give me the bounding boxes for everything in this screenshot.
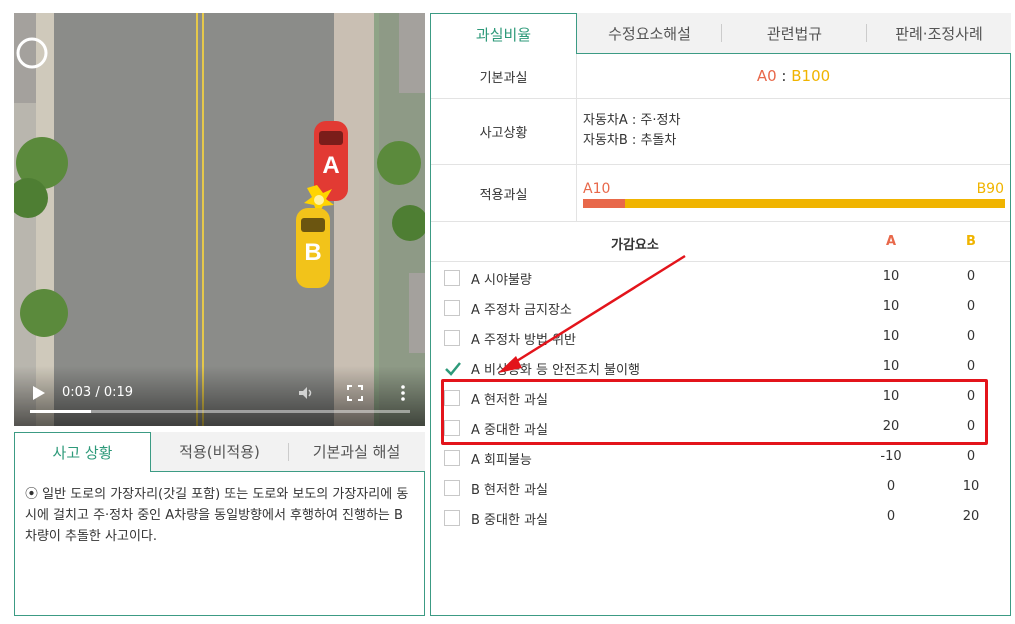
applied-a-text: A10 bbox=[583, 181, 611, 197]
volume-icon[interactable] bbox=[297, 384, 315, 402]
highlight-box bbox=[441, 379, 988, 445]
car-a-label: A bbox=[322, 152, 339, 179]
factor-row[interactable]: A 시야불량 10 0 bbox=[431, 263, 1010, 293]
left-tab-bar: 사고 상황 적용(비적용) 기본과실 해설 bbox=[14, 432, 425, 472]
tab-divider bbox=[288, 443, 289, 461]
accident-video[interactable]: A B 0:03 / 0:19 bbox=[14, 13, 425, 426]
factor-b-value: 0 bbox=[966, 269, 976, 284]
factor-b-value: 10 bbox=[962, 479, 980, 494]
tab-related-laws[interactable]: 관련법규 bbox=[722, 13, 867, 54]
factor-label: A 시야불량 bbox=[471, 273, 532, 288]
accident-scene: A B bbox=[14, 13, 425, 426]
video-time: 0:03 / 0:19 bbox=[62, 385, 134, 400]
factor-checkbox[interactable] bbox=[444, 450, 460, 466]
checkmark-icon bbox=[445, 362, 461, 376]
factor-row[interactable]: B 현저한 과실 0 10 bbox=[431, 473, 1010, 503]
video-progress-bar[interactable] bbox=[30, 410, 410, 413]
radio-bullet-icon: ⦿ bbox=[25, 487, 39, 502]
factor-a-value: -10 bbox=[880, 449, 902, 464]
basic-fault-a: A0 bbox=[756, 67, 777, 85]
basic-fault-value: A0 : B100 bbox=[577, 54, 1010, 98]
situation-row: 사고상황 자동차A : 주·정차 자동차B : 추돌차 bbox=[431, 99, 1010, 165]
situation-values: 자동차A : 주·정차 자동차B : 추돌차 bbox=[583, 111, 680, 151]
factor-a-value: 10 bbox=[882, 269, 900, 284]
factor-label: B 중대한 과실 bbox=[471, 513, 548, 528]
factor-row[interactable]: A 주정차 방법 위반 10 0 bbox=[431, 323, 1010, 353]
factor-label: A 주정차 방법 위반 bbox=[471, 333, 577, 348]
applied-fault-label: 적용과실 bbox=[431, 165, 577, 221]
car-b-label: B bbox=[304, 239, 321, 266]
applied-fault-bar-a bbox=[583, 199, 626, 208]
factors-col-a: A bbox=[885, 234, 897, 249]
situation-car-a: 자동차A : 주·정차 bbox=[583, 113, 681, 128]
tab-modifier-explanation[interactable]: 수정요소해설 bbox=[577, 13, 722, 54]
video-progress-fill bbox=[30, 410, 91, 413]
play-icon[interactable] bbox=[32, 385, 46, 401]
factor-checkbox[interactable] bbox=[444, 270, 460, 286]
factor-a-value: 0 bbox=[886, 479, 896, 494]
factor-row[interactable]: A 주정차 금지장소 10 0 bbox=[431, 293, 1010, 323]
right-tab-bar: 과실비율 수정요소해설 관련법규 판례·조정사례 bbox=[430, 13, 1011, 54]
basic-fault-sep: : bbox=[776, 67, 792, 85]
tab-precedents[interactable]: 판례·조정사례 bbox=[867, 13, 1011, 54]
factor-checkbox[interactable] bbox=[444, 480, 460, 496]
factor-a-value: 10 bbox=[882, 359, 900, 374]
factor-a-value: 0 bbox=[886, 509, 896, 524]
factor-row[interactable]: A 회피불능 -10 0 bbox=[431, 443, 1010, 473]
tab-divider bbox=[866, 24, 867, 42]
factor-checkbox[interactable] bbox=[444, 300, 460, 316]
basic-fault-row: 기본과실 A0 : B100 bbox=[431, 54, 1010, 99]
factor-checkbox[interactable] bbox=[444, 330, 460, 346]
situation-car-b: 자동차B : 추돌차 bbox=[583, 133, 677, 148]
fullscreen-icon[interactable] bbox=[346, 384, 364, 402]
factor-b-value: 20 bbox=[962, 509, 980, 524]
factor-label: A 회피불능 bbox=[471, 453, 532, 468]
factor-label: A 비상등화 등 안전조치 불이행 bbox=[471, 363, 640, 378]
applied-b-text: B90 bbox=[976, 181, 1004, 197]
tab-accident-situation[interactable]: 사고 상황 bbox=[14, 432, 151, 472]
factor-b-value: 0 bbox=[966, 299, 976, 314]
factor-checkbox[interactable] bbox=[444, 510, 460, 526]
factor-a-value: 10 bbox=[882, 299, 900, 314]
situation-description: ⦿ 일반 도로의 가장자리(갓길 포함) 또는 도로와 보도의 가장자리에 동시… bbox=[14, 472, 425, 616]
factor-b-value: 0 bbox=[966, 449, 976, 464]
situation-label: 사고상황 bbox=[431, 99, 577, 164]
applied-fault-bar bbox=[583, 199, 1005, 208]
fault-ratio-panel: 기본과실 A0 : B100 사고상황 자동차A : 주·정차 자동차B : 추… bbox=[430, 54, 1011, 616]
factor-b-value: 0 bbox=[966, 329, 976, 344]
factor-checkbox[interactable] bbox=[444, 360, 461, 376]
situation-text: 일반 도로의 가장자리(갓길 포함) 또는 도로와 보도의 가장자리에 동시에 … bbox=[25, 487, 409, 544]
factors-col-b: B bbox=[966, 234, 976, 249]
factors-header: 가감요소 A B bbox=[431, 222, 1010, 262]
factor-b-value: 0 bbox=[966, 359, 976, 374]
factors-header-label: 가감요소 bbox=[611, 238, 659, 253]
tab-divider bbox=[721, 24, 722, 42]
factor-label: B 현저한 과실 bbox=[471, 483, 548, 498]
tab-basic-fault-explanation[interactable]: 기본과실 해설 bbox=[288, 432, 425, 472]
factor-label: A 주정차 금지장소 bbox=[471, 303, 572, 318]
factor-row[interactable]: B 중대한 과실 0 20 bbox=[431, 503, 1010, 533]
video-controls: 0:03 / 0:19 bbox=[14, 366, 425, 426]
tab-applicability[interactable]: 적용(비적용) bbox=[151, 432, 288, 472]
basic-fault-label: 기본과실 bbox=[431, 54, 577, 98]
more-icon[interactable] bbox=[394, 384, 412, 402]
tab-fault-ratio[interactable]: 과실비율 bbox=[430, 13, 577, 54]
factor-a-value: 10 bbox=[882, 329, 900, 344]
basic-fault-b: B100 bbox=[791, 67, 831, 85]
applied-fault-row: 적용과실 A10 B90 bbox=[431, 165, 1010, 222]
